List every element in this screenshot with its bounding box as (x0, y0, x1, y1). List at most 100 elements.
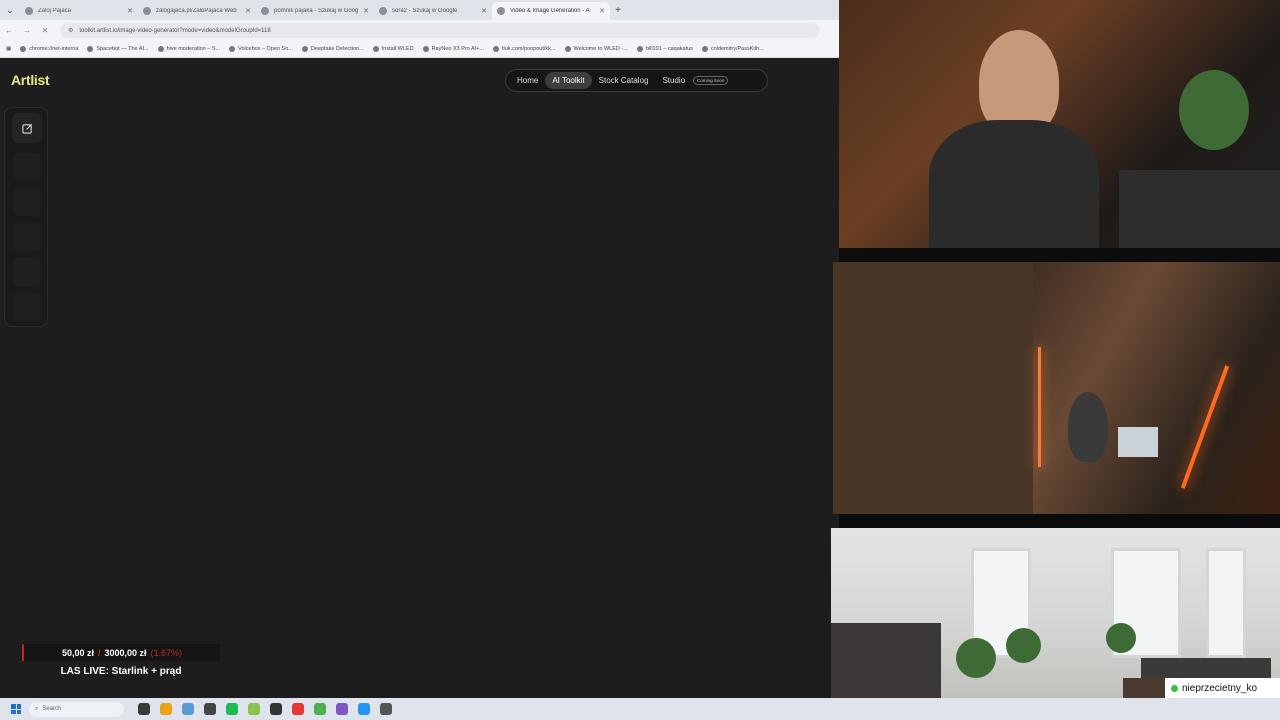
taskbar-app-icon[interactable] (292, 703, 304, 715)
artlist-logo[interactable]: Artlist (11, 72, 50, 88)
window (1206, 548, 1246, 658)
tab-2[interactable]: pomnik pajaka - Szukaj w Goog ✕ (256, 2, 374, 20)
taskbar-app-icon[interactable] (226, 703, 238, 715)
webcam-room (833, 262, 1280, 514)
bookmark-label: Voicebox – Open So... (238, 46, 293, 52)
tab-favicon-icon (261, 7, 269, 15)
taskbar-apps (138, 703, 402, 715)
bookmark-label: hive moderation – S... (166, 46, 221, 52)
taskbar-app-icon[interactable] (336, 703, 348, 715)
monitor (1118, 427, 1158, 457)
tab-1[interactable]: zalogajaca.pl/ZaloPajaca Web ✕ (138, 2, 256, 20)
address-bar: ← → ✕ ⚙ toolkit.artlist.io/image-video-g… (0, 20, 839, 41)
light-strip (1180, 365, 1230, 489)
donation-separator: / (97, 647, 101, 658)
tab-close-icon[interactable]: ✕ (481, 7, 487, 15)
bookmark-label: Deepfake Detection... (310, 46, 364, 52)
plant (1106, 623, 1136, 653)
sidebar-placeholder (13, 188, 41, 216)
tab-favicon-icon (379, 7, 387, 15)
bookmark-label: coldemitry/PassKith... (710, 46, 764, 52)
taskbar-app-icon[interactable] (270, 703, 282, 715)
taskbar-app-icon[interactable] (358, 703, 370, 715)
bookmark-favicon-icon (87, 46, 94, 52)
coming-soon-badge: Coming Soon (693, 76, 729, 85)
forward-icon[interactable]: → (18, 26, 36, 35)
apps-icon[interactable]: ▦ (6, 46, 11, 52)
edit-icon[interactable] (12, 113, 42, 143)
bookmark-favicon-icon (157, 46, 164, 52)
username: nieprzecietny_ko (1182, 682, 1258, 694)
new-tab-button[interactable]: + (610, 5, 626, 16)
nav-studio[interactable]: Studio (655, 72, 692, 89)
bookmark-label: Welcome to WLED -... (573, 46, 628, 52)
tab-title: Zaloj Pajaca (38, 8, 72, 14)
streamer (1068, 392, 1108, 462)
bookmark-item[interactable]: tiuk.com/poopout/kk... (493, 46, 556, 52)
donation-goal: 3000,00 zł (104, 647, 147, 658)
taskbar-app-icon[interactable] (182, 703, 194, 715)
bookmarks-bar: ▦ chrome://net-interna Spacebot — The AI… (0, 41, 839, 58)
light-strip (1038, 347, 1041, 467)
url-text: toolkit.artlist.io/image-video-generator… (79, 27, 271, 34)
bookmark-favicon-icon (564, 46, 571, 52)
nav-home[interactable]: Home (510, 72, 545, 89)
bookmark-item[interactable]: RayNeo X3 Pro AI+... (422, 46, 484, 52)
tab-0[interactable]: Zaloj Pajaca ✕ (20, 2, 138, 20)
bookmark-item[interactable]: Voicebox – Open So... (229, 46, 293, 52)
desk (1119, 170, 1280, 248)
tab-title: Video & Image Generation - A (510, 8, 590, 14)
tab-favicon-icon (497, 7, 505, 15)
taskbar-app-icon[interactable] (248, 703, 260, 715)
url-input[interactable]: ⚙ toolkit.artlist.io/image-video-generat… (60, 23, 820, 38)
live-indicator-icon (1171, 684, 1178, 692)
tab-4[interactable]: Video & Image Generation - A ✕ (492, 2, 610, 20)
tab-close-icon[interactable]: ✕ (127, 7, 133, 15)
bookmark-item[interactable]: coldemitry/PassKith... (701, 46, 764, 52)
bookmark-favicon-icon (20, 46, 27, 52)
taskbar-app-icon[interactable] (204, 703, 216, 715)
bookmark-item[interactable]: chrome://net-interna (20, 46, 78, 52)
taskbar-app-icon[interactable] (314, 703, 326, 715)
bookmark-item[interactable]: Spacebot — The AI... (87, 46, 149, 52)
tab-title: sora2 - Szukaj w Google (392, 8, 458, 14)
bookmark-label: Spacebot — The AI... (96, 46, 149, 52)
bookmark-favicon-icon (636, 46, 643, 52)
bookmark-label: bill101 – caqakatus (645, 46, 693, 52)
avatar (1123, 678, 1165, 698)
site-info-icon[interactable]: ⚙ (68, 27, 73, 34)
taskbar-app-icon[interactable] (138, 703, 150, 715)
webcam-office (831, 528, 1280, 698)
tab-close-icon[interactable]: ✕ (363, 7, 369, 15)
bookmark-item[interactable]: Welcome to WLED -... (564, 46, 628, 52)
bookmark-item[interactable]: Deepfake Detection... (301, 46, 364, 52)
tab-search-icon[interactable]: ⌄ (0, 0, 20, 20)
top-navigation: Home AI Toolkit Stock Catalog Studio Com… (505, 69, 768, 92)
back-icon[interactable]: ← (0, 26, 18, 35)
tab-close-icon[interactable]: ✕ (245, 7, 251, 15)
nav-ai-toolkit[interactable]: AI Toolkit (545, 72, 592, 89)
taskbar-app-icon[interactable] (380, 703, 392, 715)
browser-window: ⌄ Zaloj Pajaca ✕ zalogajaca.pl/ZaloPajac… (0, 0, 839, 698)
windows-start-icon[interactable] (11, 704, 21, 714)
bookmark-favicon-icon (493, 46, 499, 52)
divider (839, 248, 1280, 262)
sidebar-placeholder (13, 153, 41, 181)
tool-sidebar (4, 107, 48, 327)
taskbar-search-input[interactable]: ⌕ Search (29, 701, 124, 717)
bookmark-label: tiuk.com/poopout/kk... (502, 46, 556, 52)
tab-favicon-icon (25, 7, 33, 15)
tab-close-icon[interactable]: ✕ (599, 7, 605, 15)
tab-3[interactable]: sora2 - Szukaj w Google ✕ (374, 2, 492, 20)
taskbar-app-icon[interactable] (160, 703, 172, 715)
bookmark-item[interactable]: bill101 – caqakatus (636, 46, 693, 52)
search-placeholder: Search (42, 706, 62, 712)
donation-progress: 50,00 zł / 3000,00 zł (1.67%) (22, 644, 220, 661)
stop-loading-icon[interactable]: ✕ (36, 26, 54, 35)
nav-stock-catalog[interactable]: Stock Catalog (592, 72, 656, 89)
bookmark-favicon-icon (422, 46, 429, 52)
bookmark-item[interactable]: Install WLED (372, 46, 414, 52)
plant (956, 638, 996, 678)
bookmark-label: Install WLED (381, 46, 414, 52)
bookmark-item[interactable]: hive moderation – S... (157, 46, 221, 52)
